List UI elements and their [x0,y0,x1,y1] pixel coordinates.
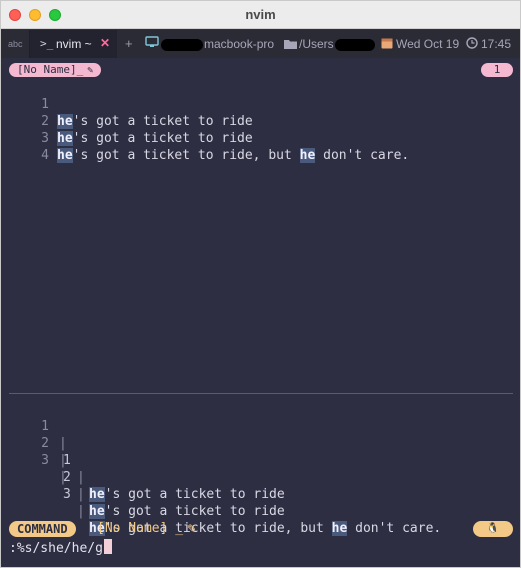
redacted-path [335,39,375,51]
terminal-prompt-icon: >_ [40,37,54,50]
command-line[interactable]: :%s/she/he/g [9,539,112,556]
preview-line: 2 | 2 | he's got a ticket to ride [1,418,520,519]
linux-penguin-icon: 🐧 [473,521,513,537]
terminal-window: nvim abc >_ nvim ~ ✕ + macbook-pro /User… [0,0,521,568]
line-number: 4 [41,148,49,163]
preview-separator: | [77,504,85,519]
pencil-icon: ✎ [87,65,94,76]
date-display: Wed Oct 19 [396,37,460,51]
statusline-filename: [No Name] _ [97,521,184,536]
line-text: he's got a ticket to ride [89,486,285,503]
close-tab-icon[interactable]: ✕ [100,36,110,50]
tab-number-pill[interactable]: 1 [481,63,513,77]
mode-indicator: COMMAND [9,521,76,537]
current-path: /Users [299,37,334,51]
pencil-icon: ✎ [187,522,198,536]
preview-separator: | [59,453,67,468]
search-match: he [57,148,73,163]
buffer-name-pill[interactable]: [No Name]_ ✎ [9,63,102,77]
calendar-icon [381,37,393,52]
input-source-indicator: abc [8,39,23,49]
code-line: 3 he's got a ticket to ride, but he don'… [1,113,520,163]
tab-nvim[interactable]: >_ nvim ~ ✕ [29,30,117,58]
buffer-tabline: [No Name]_ ✎ 1 [9,63,513,77]
statusline: COMMAND [No Name] _ ✎ 🐧 [9,521,513,537]
tab-label: nvim ~ [56,37,92,51]
host-name: macbook-pro [204,37,275,51]
code-line: 2 he's got a ticket to ride [1,96,520,146]
search-match: he [299,148,316,163]
new-tab-button[interactable]: + [125,36,133,51]
search-match: he [89,487,105,502]
folder-icon [284,38,297,52]
window-split-divider[interactable] [9,393,513,394]
preview-separator: | [59,470,67,485]
line-text: he's got a ticket to ride [89,503,285,520]
redacted-username [161,39,203,51]
search-match: he [89,504,105,519]
text-cursor [103,539,112,554]
line-content: 's got a ticket to ride [104,487,285,502]
time-display: 17:45 [481,37,512,51]
line-number: 3 [41,453,49,468]
line-content: don't care. [315,148,410,163]
preview-separator: | [77,487,85,502]
line-text: he's got a ticket to ride, but he don't … [57,147,409,164]
editor-buffer[interactable]: 1 he's got a ticket to ride 2 he's got a… [1,79,520,163]
code-line: 1 he's got a ticket to ride [1,79,520,129]
monitor-icon [145,36,159,51]
line-content: 's got a ticket to ride [104,504,285,519]
buffer-name: [No Name]_ [17,63,84,76]
substitute-preview-window[interactable]: 1 | 1 | he's got a ticket to ride 2 | 2 … [1,401,520,536]
tab-bar: abc >_ nvim ~ ✕ + macbook-pro /Users Wed… [1,30,520,58]
title-bar: nvim [1,1,520,29]
line-content: 's got a ticket to ride, but [72,148,300,163]
preview-separator: | [77,470,85,485]
preview-index: 3 [63,487,71,502]
preview-line: 3 | 3 | he's got a ticket to ride, but h… [1,435,520,536]
window-title: nvim [245,7,276,22]
preview-line: 1 | 1 | he's got a ticket to ride [1,401,520,502]
command-text: :%s/she/he/g [9,541,103,556]
code-line: 4 [1,130,520,163]
clock-icon [466,37,478,52]
